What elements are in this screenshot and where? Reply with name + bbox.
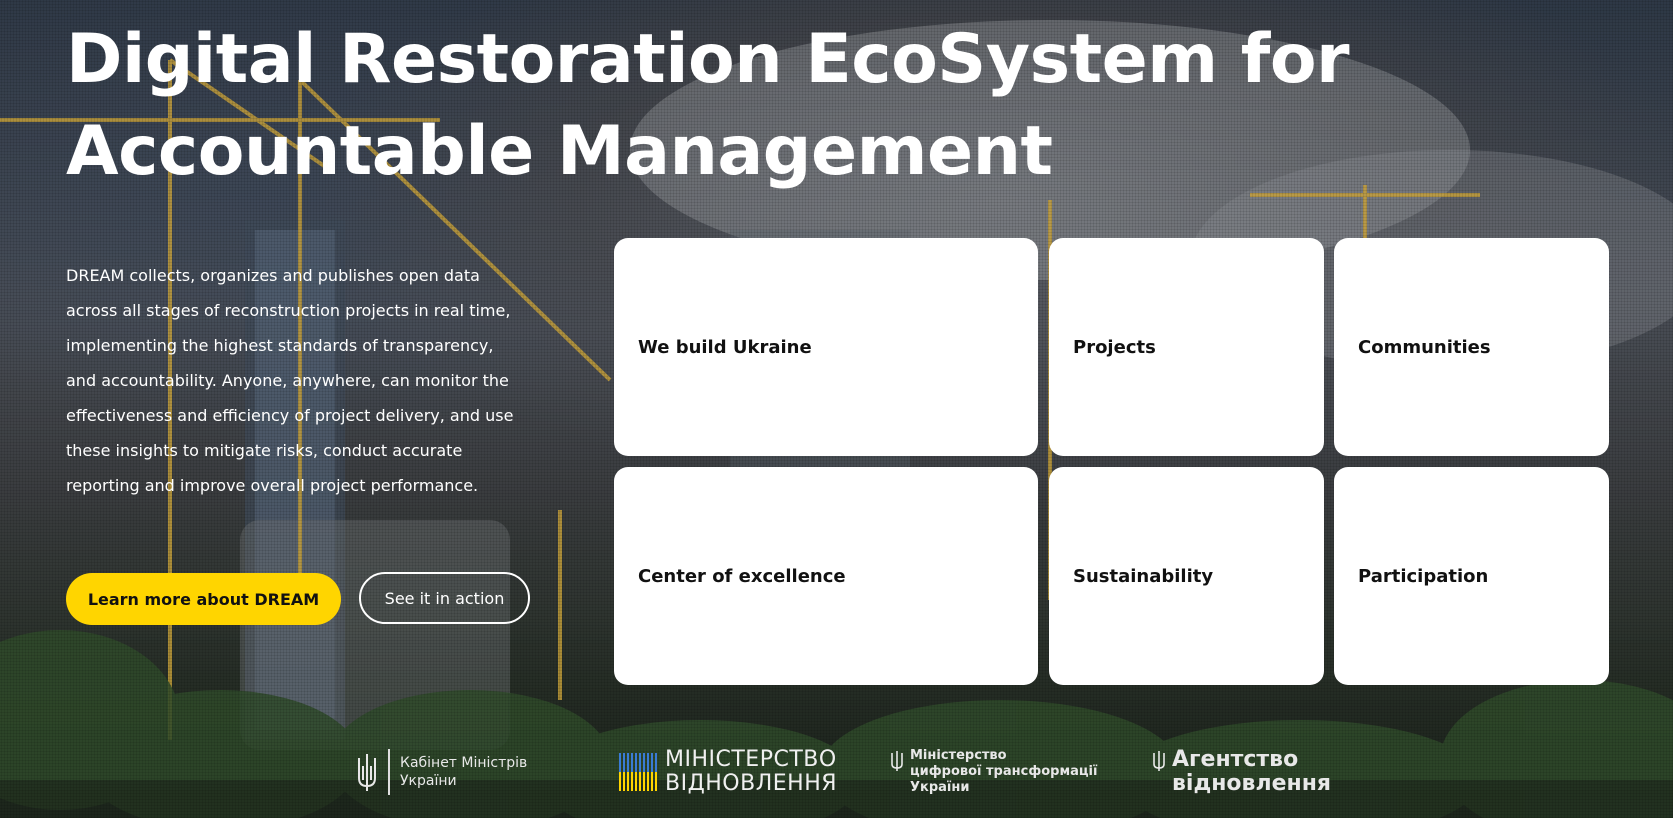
- card-projects[interactable]: Projects: [1049, 238, 1324, 456]
- card-label: Participation: [1358, 565, 1489, 587]
- partner-restoration-agency[interactable]: Агентство відновлення: [1152, 748, 1331, 796]
- partner-name-line: цифрової трансформації: [910, 764, 1098, 779]
- see-in-action-button[interactable]: See it in action: [359, 572, 530, 624]
- partner-name-line: України: [400, 773, 457, 789]
- card-we-build-ukraine[interactable]: We build Ukraine: [614, 238, 1038, 456]
- card-label: Center of excellence: [638, 565, 846, 587]
- page-title: Digital Restoration EcoSystem for Accoun…: [66, 20, 1350, 191]
- card-sustainability[interactable]: Sustainability: [1049, 467, 1324, 685]
- trident-icon: [358, 754, 376, 791]
- partner-ministry-of-restoration[interactable]: МІНІСТЕРСТВО ВІДНОВЛЕННЯ: [619, 748, 837, 796]
- card-center-of-excellence[interactable]: Center of excellence: [614, 467, 1038, 685]
- partner-name-line: Міністерство: [910, 748, 1007, 763]
- card-label: Projects: [1073, 336, 1156, 358]
- card-participation[interactable]: Participation: [1334, 467, 1609, 685]
- flag-pattern-icon: [619, 753, 657, 791]
- partner-name-line: МІНІСТЕРСТВО: [665, 747, 837, 772]
- partner-name-line: відновлення: [1172, 771, 1332, 796]
- logo-divider: [388, 749, 390, 795]
- card-communities[interactable]: Communities: [1334, 238, 1609, 456]
- card-label: Communities: [1358, 336, 1491, 358]
- trident-icon: [891, 751, 903, 771]
- hero-description: DREAM collects, organizes and publishes …: [66, 266, 514, 495]
- partner-ministry-of-digital-transformation[interactable]: Міністерство цифрової трансформації Укра…: [890, 748, 1097, 796]
- partner-cabinet-of-ministers[interactable]: Кабінет Міністрів України: [356, 748, 527, 796]
- learn-more-button[interactable]: Learn more about DREAM: [66, 573, 341, 625]
- partner-name-line: Кабінет Міністрів: [400, 755, 528, 771]
- partner-name-line: Агентство: [1172, 747, 1299, 772]
- card-label: We build Ukraine: [638, 336, 812, 358]
- trident-icon: [1153, 751, 1165, 771]
- partner-name-line: України: [910, 780, 970, 795]
- partner-name-line: ВІДНОВЛЕННЯ: [665, 771, 838, 796]
- card-label: Sustainability: [1073, 565, 1214, 587]
